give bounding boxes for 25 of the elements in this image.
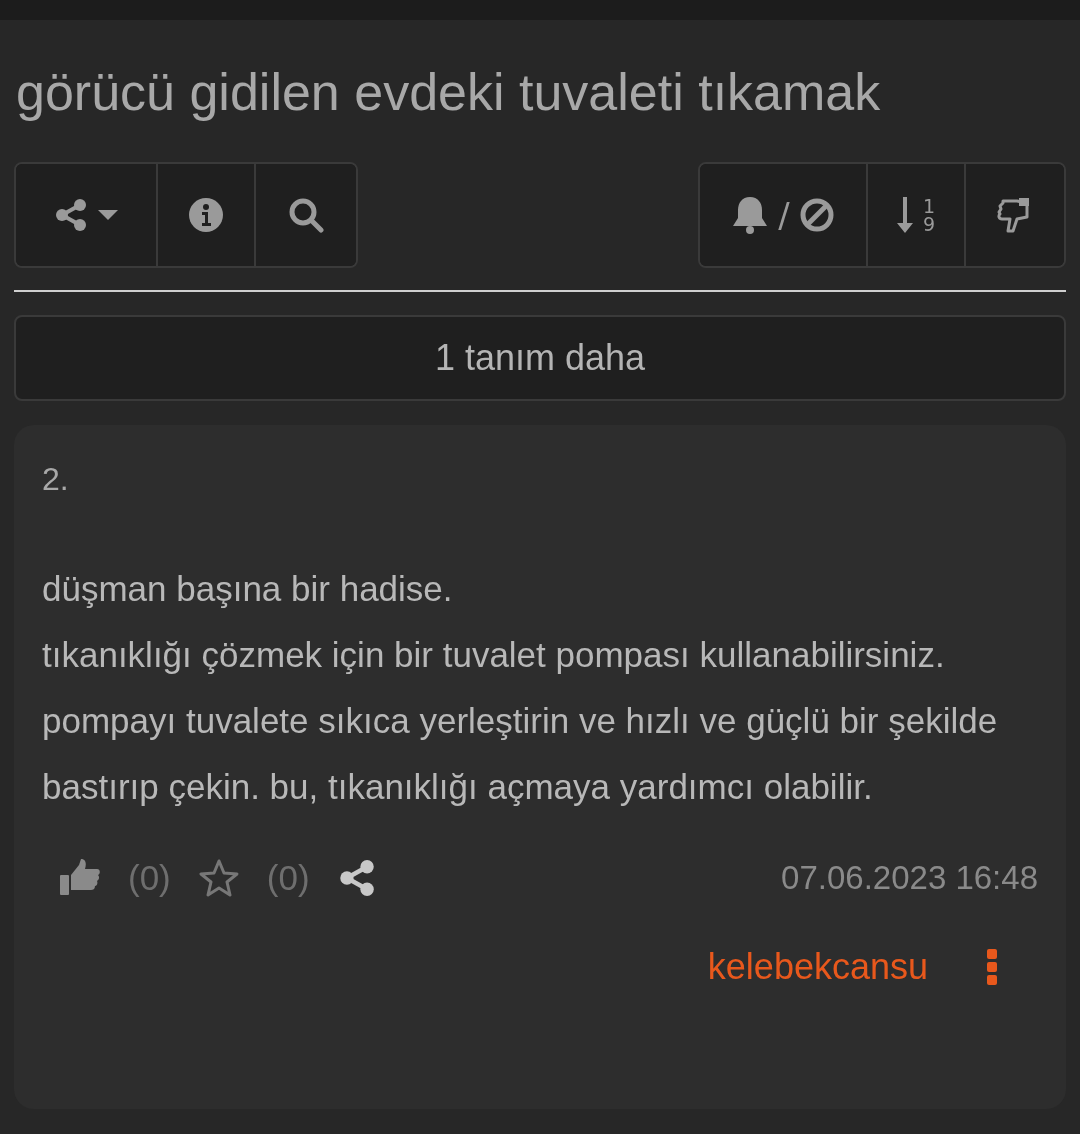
entry-text: tıkanıklığı çözmek için bir tuvalet pompası kullanabilirsiniz. pompayı tuvalete sıkıca yerleştirin ve hızlı ve güçlü bir şekilde bastırıp çekin. bu, tıkanıklığı açmaya yardımcı olabilir. — [42, 634, 999, 808]
favorite-count: (0) — [266, 858, 310, 898]
topic-title: görücü gidilen evdeki tuvaleti tıkamak — [16, 62, 882, 123]
bell-icon — [732, 195, 769, 235]
block-icon — [799, 198, 834, 232]
sort-digit: 9 — [922, 215, 936, 233]
dislike-button[interactable] — [964, 164, 1064, 266]
search-button[interactable] — [254, 164, 356, 266]
info-icon — [189, 198, 223, 232]
arrow-down-icon — [896, 197, 913, 233]
caret-icon — [98, 210, 118, 220]
share-icon — [54, 199, 88, 231]
entry-date: 07.06.2023 16:48 — [781, 859, 1038, 897]
entry-text: düşman başına bir hadise. — [42, 568, 454, 610]
search-icon — [288, 197, 324, 233]
more-options-icon[interactable] — [986, 949, 998, 985]
sort-digit: 1 — [922, 197, 936, 215]
entry-number: 2. — [42, 461, 70, 498]
like-count: (0) — [128, 858, 171, 898]
separator: / — [778, 195, 790, 235]
author-link[interactable]: kelebekcansu — [707, 946, 928, 988]
more-entries-button[interactable]: 1 tanım daha — [14, 315, 1066, 401]
thumbs-up-icon[interactable] — [60, 859, 100, 897]
share-icon[interactable] — [337, 860, 376, 896]
star-icon[interactable] — [198, 859, 239, 897]
